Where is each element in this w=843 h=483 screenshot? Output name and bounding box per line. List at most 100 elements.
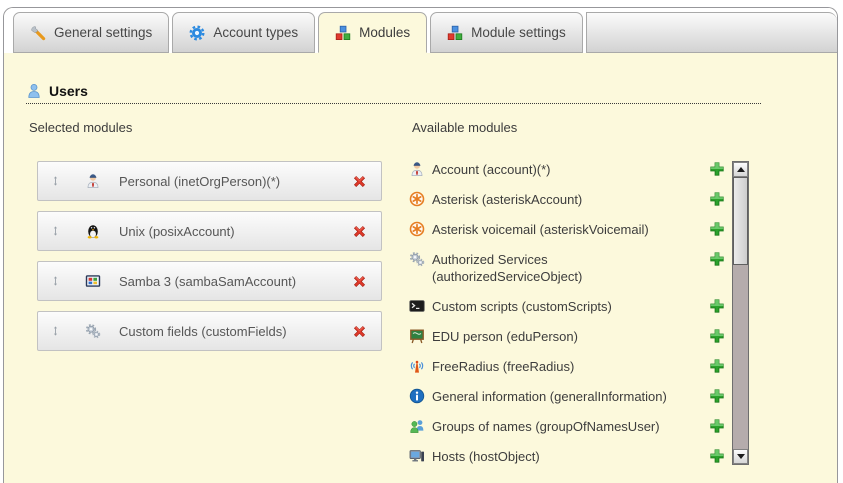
drag-handle-icon[interactable] xyxy=(50,274,61,288)
available-module-row: FreeRadius (freeRadius) xyxy=(409,358,725,375)
windows-icon xyxy=(85,273,101,289)
plus-icon xyxy=(709,161,725,177)
selected-module-row: Samba 3 (sambaSamAccount) xyxy=(37,261,382,301)
remove-module-button[interactable] xyxy=(351,273,368,290)
tab-label: Account types xyxy=(213,25,298,40)
gears-icon xyxy=(409,251,425,267)
selected-module-label: Personal (inetOrgPerson)(*) xyxy=(119,174,280,189)
available-module-label: Authorized Services (authorizedServiceOb… xyxy=(432,251,604,285)
modules-content: Users Selected modules Personal (inetOrg… xyxy=(4,53,837,465)
antenna-icon xyxy=(409,358,425,374)
selected-module-row: Personal (inetOrgPerson)(*) xyxy=(37,161,382,201)
remove-module-button[interactable] xyxy=(351,173,368,190)
available-module-row: Groups of names (groupOfNamesUser) xyxy=(409,418,725,435)
add-module-button[interactable] xyxy=(709,448,725,464)
available-module-row: Authorized Services (authorizedServiceOb… xyxy=(409,251,725,285)
plus-icon xyxy=(709,388,725,404)
add-module-button[interactable] xyxy=(709,418,725,434)
plus-icon xyxy=(709,448,725,464)
modules-icon xyxy=(447,25,463,41)
add-module-button[interactable] xyxy=(709,161,725,177)
terminal-icon xyxy=(409,298,425,314)
asterisk-icon xyxy=(409,191,425,207)
delete-x-icon xyxy=(351,173,368,190)
plus-icon xyxy=(709,191,725,207)
tab-module-settings[interactable]: Module settings xyxy=(430,12,583,53)
scrollbar-thumb[interactable] xyxy=(733,177,748,265)
info-icon xyxy=(409,388,425,404)
plus-icon xyxy=(709,251,725,267)
group-icon xyxy=(409,418,425,434)
delete-x-icon xyxy=(351,323,368,340)
config-panel: General settings Account types Modules M… xyxy=(3,7,838,483)
available-module-label: FreeRadius (freeRadius) xyxy=(432,358,574,375)
add-module-button[interactable] xyxy=(709,221,725,237)
delete-x-icon xyxy=(351,273,368,290)
available-module-label: Account (account)(*) xyxy=(432,161,551,178)
host-icon xyxy=(409,448,425,464)
selected-module-row: Custom fields (customFields) xyxy=(37,311,382,351)
available-module-row: EDU person (eduPerson) xyxy=(409,328,725,345)
drag-handle-icon[interactable] xyxy=(50,324,61,338)
available-module-label: Hosts (hostObject) xyxy=(432,448,540,465)
arrow-down-icon xyxy=(737,454,745,459)
arrow-up-icon xyxy=(737,167,745,172)
available-module-label: Groups of names (groupOfNamesUser) xyxy=(432,418,660,435)
selected-modules-list: Personal (inetOrgPerson)(*) Unix (posixA… xyxy=(37,161,382,351)
wrench-icon xyxy=(30,25,46,41)
drag-handle-icon[interactable] xyxy=(50,224,61,238)
add-module-button[interactable] xyxy=(709,298,725,314)
add-module-button[interactable] xyxy=(709,388,725,404)
available-module-label: EDU person (eduPerson) xyxy=(432,328,578,345)
plus-icon xyxy=(709,418,725,434)
add-module-button[interactable] xyxy=(709,251,725,267)
chalkboard-icon xyxy=(409,328,425,344)
selected-module-label: Custom fields (customFields) xyxy=(119,324,287,339)
selected-modules-column: Selected modules Personal (inetOrgPerson… xyxy=(26,120,409,465)
available-module-label: Custom scripts (customScripts) xyxy=(432,298,612,315)
section-header-users: Users xyxy=(26,83,761,104)
scroll-down-button[interactable] xyxy=(733,449,748,464)
add-module-button[interactable] xyxy=(709,358,725,374)
gears-icon xyxy=(85,323,101,339)
tab-bar-filler xyxy=(586,12,837,53)
scroll-up-button[interactable] xyxy=(733,162,748,177)
selected-module-row: Unix (posixAccount) xyxy=(37,211,382,251)
tab-label: Module settings xyxy=(471,25,566,40)
tab-bar: General settings Account types Modules M… xyxy=(4,8,837,53)
plus-icon xyxy=(709,298,725,314)
remove-module-button[interactable] xyxy=(351,323,368,340)
add-module-button[interactable] xyxy=(709,328,725,344)
person-icon xyxy=(409,161,425,177)
available-module-row: Account (account)(*) xyxy=(409,161,725,178)
available-modules-list: Account (account)(*) Asterisk (asteriskA… xyxy=(409,161,725,465)
available-module-label: General information (generalInformation) xyxy=(432,388,667,405)
selected-modules-title: Selected modules xyxy=(29,120,409,135)
plus-icon xyxy=(709,358,725,374)
gear-icon xyxy=(189,25,205,41)
remove-module-button[interactable] xyxy=(351,223,368,240)
available-module-label: Asterisk voicemail (asteriskVoicemail) xyxy=(432,221,649,238)
user-icon xyxy=(26,83,42,99)
selected-module-label: Samba 3 (sambaSamAccount) xyxy=(119,274,296,289)
tab-account-types[interactable]: Account types xyxy=(172,12,315,53)
tab-modules[interactable]: Modules xyxy=(318,12,427,53)
available-modules-title: Available modules xyxy=(412,120,749,135)
drag-handle-icon[interactable] xyxy=(50,174,61,188)
delete-x-icon xyxy=(351,223,368,240)
person-icon xyxy=(85,173,101,189)
available-modules-scrollbar[interactable] xyxy=(732,161,749,465)
asterisk-icon xyxy=(409,221,425,237)
penguin-icon xyxy=(85,223,101,239)
available-module-row: Custom scripts (customScripts) xyxy=(409,298,725,315)
available-module-row: General information (generalInformation) xyxy=(409,388,725,405)
add-module-button[interactable] xyxy=(709,191,725,207)
selected-module-label: Unix (posixAccount) xyxy=(119,224,235,239)
available-module-label: Asterisk (asteriskAccount) xyxy=(432,191,582,208)
available-module-row: Hosts (hostObject) xyxy=(409,448,725,465)
modules-icon xyxy=(335,25,351,41)
tab-general-settings[interactable]: General settings xyxy=(13,12,169,53)
available-modules-column: Available modules Account (account)(*) A… xyxy=(409,120,749,465)
tab-label: Modules xyxy=(359,25,410,40)
plus-icon xyxy=(709,221,725,237)
